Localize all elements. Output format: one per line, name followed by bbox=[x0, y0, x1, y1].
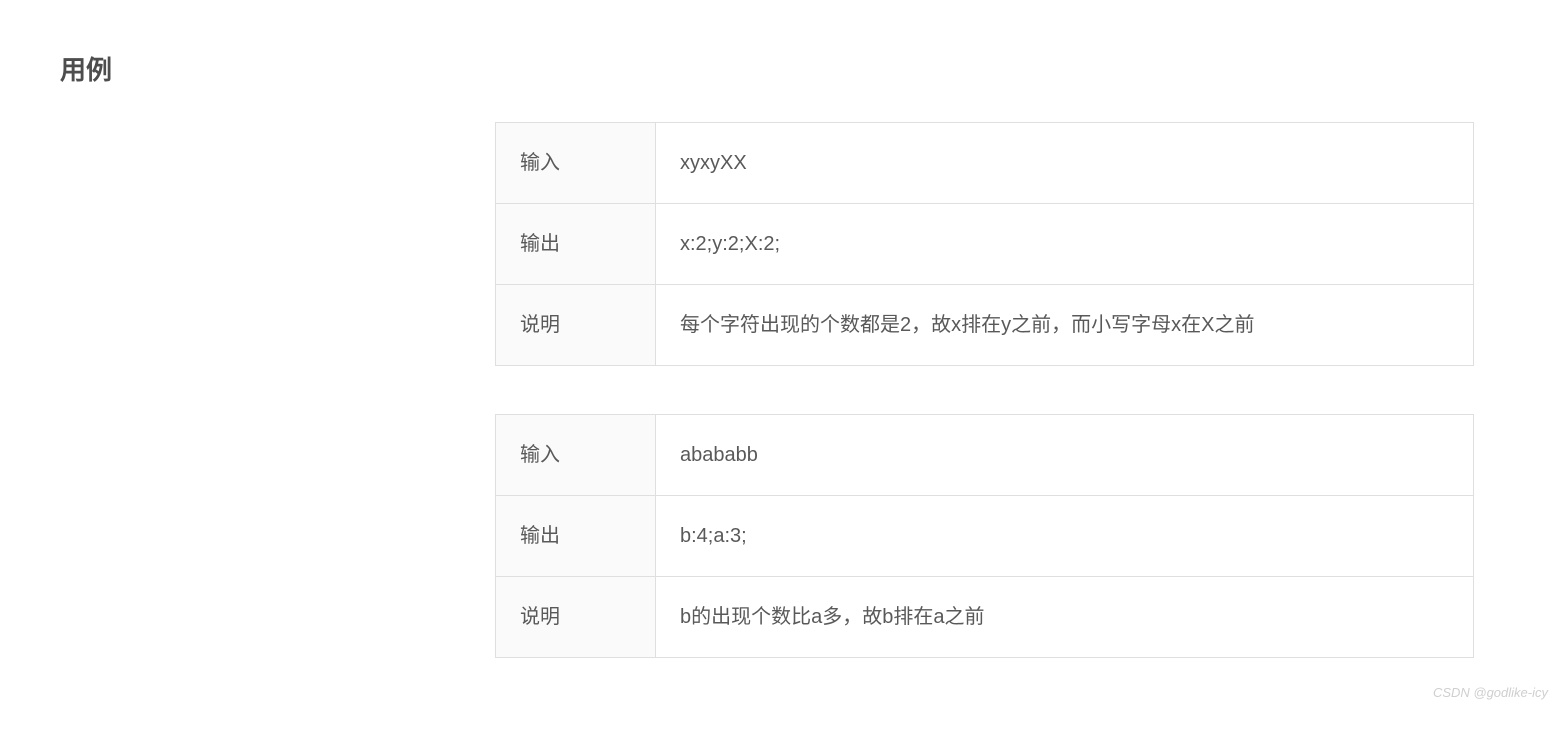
row-value: b:4;a:3; bbox=[656, 496, 1474, 577]
section-heading: 用例 bbox=[60, 50, 1504, 87]
example-table-2: 输入 abababb 输出 b:4;a:3; 说明 b的出现个数比a多，故b排在… bbox=[495, 414, 1474, 658]
table-row: 说明 每个字符出现的个数都是2，故x排在y之前，而小写字母x在X之前 bbox=[496, 285, 1474, 366]
table-row: 输入 abababb bbox=[496, 415, 1474, 496]
row-value: x:2;y:2;X:2; bbox=[656, 204, 1474, 285]
row-label: 说明 bbox=[496, 285, 656, 366]
row-label: 输入 bbox=[496, 123, 656, 204]
table-row: 输出 b:4;a:3; bbox=[496, 496, 1474, 577]
row-label: 说明 bbox=[496, 577, 656, 658]
table-row: 输出 x:2;y:2;X:2; bbox=[496, 204, 1474, 285]
row-value: xyxyXX bbox=[656, 123, 1474, 204]
row-label: 输入 bbox=[496, 415, 656, 496]
example-table-1: 输入 xyxyXX 输出 x:2;y:2;X:2; 说明 每个字符出现的个数都是… bbox=[495, 122, 1474, 366]
document-container: 用例 输入 xyxyXX 输出 x:2;y:2;X:2; 说明 每个字符出现的个… bbox=[0, 0, 1564, 736]
row-label: 输出 bbox=[496, 204, 656, 285]
table-row: 输入 xyxyXX bbox=[496, 123, 1474, 204]
row-value: abababb bbox=[656, 415, 1474, 496]
row-value: b的出现个数比a多，故b排在a之前 bbox=[656, 577, 1474, 658]
table-row: 说明 b的出现个数比a多，故b排在a之前 bbox=[496, 577, 1474, 658]
table: 输入 abababb 输出 b:4;a:3; 说明 b的出现个数比a多，故b排在… bbox=[495, 414, 1474, 658]
watermark: CSDN @godlike-icy bbox=[1433, 685, 1548, 700]
table: 输入 xyxyXX 输出 x:2;y:2;X:2; 说明 每个字符出现的个数都是… bbox=[495, 122, 1474, 366]
row-label: 输出 bbox=[496, 496, 656, 577]
row-value: 每个字符出现的个数都是2，故x排在y之前，而小写字母x在X之前 bbox=[656, 285, 1474, 366]
